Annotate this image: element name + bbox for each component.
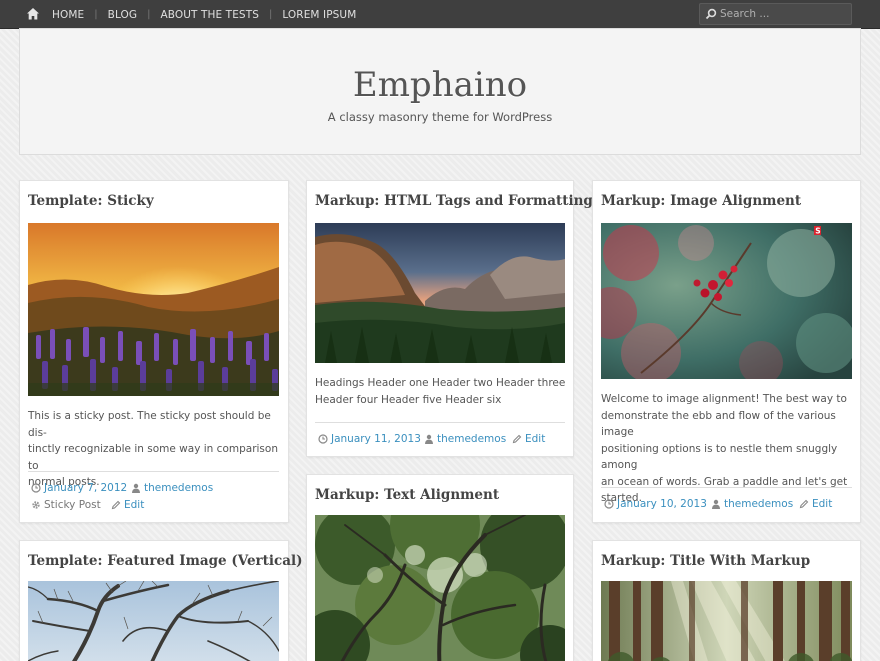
excerpt-line: Header four Header five Header six xyxy=(315,393,502,406)
clock-icon xyxy=(318,434,328,444)
yosemite-valley-image xyxy=(315,223,565,363)
post-thumbnail[interactable] xyxy=(28,581,279,661)
excerpt-line: This is a sticky post. The sticky post s… xyxy=(28,410,271,439)
post-title[interactable]: Markup: HTML Tags and Formatting xyxy=(315,193,593,209)
nav-separator: | xyxy=(147,9,151,20)
excerpt-line: positioning options is to nestle them sn… xyxy=(601,442,838,472)
post-card: Template: Sticky This is a sticky post. … xyxy=(19,180,289,523)
red-berries-branch-image: S xyxy=(601,223,852,379)
nav-item-blog[interactable]: BLOG xyxy=(108,9,137,21)
sunset-wildflower-field-image xyxy=(28,223,279,396)
pencil-icon xyxy=(799,499,809,509)
nav-item-about-the-tests[interactable]: ABOUT THE TESTS xyxy=(161,9,259,21)
search-icon xyxy=(705,8,717,20)
post-date: January 7, 2012 xyxy=(44,482,128,494)
post-card: Markup: Text Alignment xyxy=(306,474,574,661)
svg-text:S: S xyxy=(815,227,820,236)
forest-canopy-image xyxy=(315,515,565,661)
edit-link[interactable]: Edit xyxy=(512,433,545,445)
edit-text: Edit xyxy=(525,433,546,445)
sunlit-forest-image xyxy=(601,581,852,661)
excerpt-line: Welcome to image alignment! The best way… xyxy=(601,393,847,405)
gear-icon xyxy=(32,501,40,509)
post-thumbnail[interactable] xyxy=(315,223,565,363)
post-date: January 10, 2013 xyxy=(617,498,707,510)
post-author: themedemos xyxy=(724,498,794,510)
post-date-link[interactable]: January 11, 2013 xyxy=(318,433,421,445)
post-title[interactable]: Markup: Title With Markup xyxy=(601,553,810,569)
post-date: January 11, 2013 xyxy=(331,433,421,445)
site-header: Emphaino A classy masonry theme for Word… xyxy=(19,28,861,155)
excerpt-line: demonstrate the ebb and flow of the vari… xyxy=(601,409,836,439)
sticky-post-label: Sticky Post xyxy=(31,499,101,511)
post-author: themedemos xyxy=(437,433,507,445)
user-icon xyxy=(425,434,433,444)
pencil-icon xyxy=(512,434,522,444)
post-date-link[interactable]: January 10, 2013 xyxy=(604,498,707,510)
excerpt-line: tinctly recognizable in some way in comp… xyxy=(28,443,278,472)
divider xyxy=(28,471,279,472)
sticky-text: Sticky Post xyxy=(44,499,101,511)
post-thumbnail[interactable] xyxy=(601,581,852,661)
clock-icon xyxy=(31,483,41,493)
nav-item-lorem-ipsum[interactable]: LOREM IPSUM xyxy=(282,9,356,21)
bare-tree-sky-image xyxy=(28,581,279,661)
post-author-link[interactable]: themedemos xyxy=(711,498,793,510)
site-title[interactable]: Emphaino xyxy=(20,65,860,105)
post-card: Markup: Image Alignment S Welcome to ima… xyxy=(592,180,861,523)
post-excerpt: Welcome to image alignment! The best way… xyxy=(601,391,859,507)
pencil-icon xyxy=(111,500,121,510)
post-card: Template: Featured Image (Vertical) xyxy=(19,540,303,661)
post-card: Markup: HTML Tags and Formatting Heading… xyxy=(306,180,593,457)
clock-icon xyxy=(604,499,614,509)
search-input[interactable] xyxy=(720,5,848,23)
edit-text: Edit xyxy=(124,499,145,511)
nav-separator: | xyxy=(94,9,98,20)
edit-link[interactable]: Edit xyxy=(111,499,144,511)
divider xyxy=(315,422,565,423)
post-title[interactable]: Markup: Image Alignment xyxy=(601,193,801,209)
post-excerpt: Headings Header one Header two Header th… xyxy=(315,375,570,408)
divider xyxy=(601,487,852,488)
post-thumbnail[interactable] xyxy=(315,515,565,661)
post-date-link[interactable]: January 7, 2012 xyxy=(31,482,127,494)
user-icon xyxy=(712,499,720,509)
post-title[interactable]: Markup: Text Alignment xyxy=(315,487,499,503)
nav-separator: | xyxy=(268,9,273,20)
edit-link[interactable]: Edit xyxy=(799,498,832,510)
post-thumbnail[interactable]: S xyxy=(601,223,852,379)
post-thumbnail[interactable] xyxy=(28,223,279,396)
post-title[interactable]: Template: Featured Image (Vertical) xyxy=(28,553,303,569)
post-excerpt: This is a sticky post. The sticky post s… xyxy=(28,408,283,491)
post-author-link[interactable]: themedemos xyxy=(424,433,506,445)
post-card: Markup: Title With Markup xyxy=(592,540,861,661)
post-title[interactable]: Template: Sticky xyxy=(28,193,154,209)
site-tagline: A classy masonry theme for WordPress xyxy=(327,110,553,124)
post-author-link[interactable]: themedemos xyxy=(131,482,213,494)
home-icon[interactable] xyxy=(26,7,40,21)
search-box xyxy=(699,3,852,25)
top-navigation-bar: HOME | BLOG | ABOUT THE TESTS | LOREM IP… xyxy=(0,0,880,29)
edit-text: Edit xyxy=(812,498,833,510)
nav-item-home[interactable]: HOME xyxy=(52,9,84,21)
post-author: themedemos xyxy=(144,482,214,494)
user-icon xyxy=(132,483,140,493)
main-menu: HOME | BLOG | ABOUT THE TESTS | LOREM IP… xyxy=(52,0,356,29)
excerpt-line: Headings Header one Header two Header th… xyxy=(315,377,566,389)
